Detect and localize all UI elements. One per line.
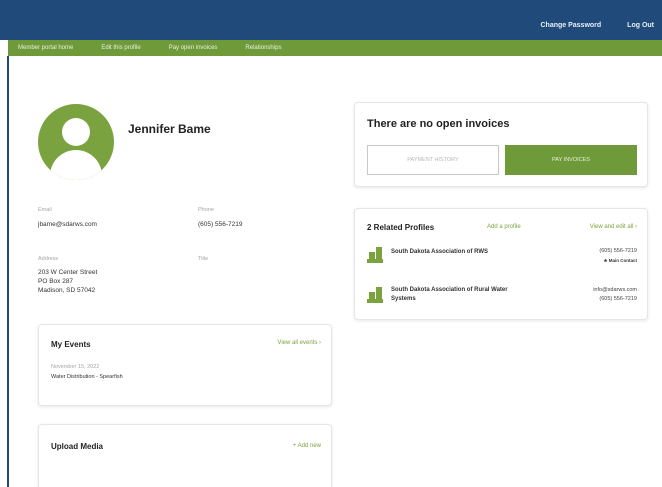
related-profiles-title: 2 Related Profiles xyxy=(367,223,435,232)
view-edit-all-link[interactable]: View and edit all › xyxy=(590,224,637,230)
event-name-link[interactable]: Water Distribution - Spearfish xyxy=(51,373,123,382)
add-profile-link[interactable]: Add a profile xyxy=(487,224,521,230)
upload-media-card: Upload Media + Add new xyxy=(38,424,332,487)
invoices-card: There are no open invoices PAYMENT HISTO… xyxy=(354,102,648,187)
related-profiles-card: 2 Related Profiles Add a profile View an… xyxy=(354,208,648,320)
my-events-card: My Events View all events › November 15,… xyxy=(38,324,332,406)
phone-value: (605) 556-7219 xyxy=(198,221,243,228)
header-links: Change Password Log Out xyxy=(540,22,654,29)
phone-label: Phone xyxy=(198,207,214,213)
nav-item-edit-profile[interactable]: Edit this profile xyxy=(101,45,140,51)
email-value: jbame@sdarws.com xyxy=(38,221,97,228)
related-profile-email: info@sdarws.com xyxy=(593,287,637,293)
nav-item-relationships[interactable]: Relationships xyxy=(245,45,281,51)
related-profile-phone: (605) 556-7219 xyxy=(599,248,637,254)
my-events-title: My Events xyxy=(51,340,91,349)
nav-item-member-portal-home[interactable]: Member portal home xyxy=(18,45,73,51)
profile-name: Jennifer Bame xyxy=(128,122,211,136)
pay-invoices-button[interactable]: PAY INVOICES xyxy=(505,145,637,175)
organization-icon xyxy=(367,247,383,263)
upload-media-title: Upload Media xyxy=(51,442,104,451)
address-line: PO Box 287 xyxy=(38,278,74,285)
address-line: Madison, SD 57042 xyxy=(38,287,96,294)
title-label: Title xyxy=(198,256,209,262)
nav-item-pay-open-invoices[interactable]: Pay open invoices xyxy=(169,45,218,51)
address-value: 203 W Center Street PO Box 287 Madison, … xyxy=(38,268,97,295)
change-password-link[interactable]: Change Password xyxy=(540,22,601,29)
payment-history-button[interactable]: PAYMENT HISTORY xyxy=(367,145,499,175)
avatar xyxy=(38,104,114,180)
left-border xyxy=(7,56,9,487)
invoices-title: There are no open invoices xyxy=(367,118,510,130)
email-label: Email xyxy=(38,207,52,213)
event-date: November 15, 2022 xyxy=(51,364,100,370)
address-line: 203 W Center Street xyxy=(38,269,98,276)
related-profile-name[interactable]: South Dakota Association of Rural Water … xyxy=(391,286,508,304)
related-profile-info: info@sdarws.com (605) 556-7219 xyxy=(593,286,637,304)
view-all-events-link[interactable]: View all events › xyxy=(277,340,321,346)
top-header-bar: Change Password Log Out xyxy=(0,0,662,40)
main-contact-badge: ★ Main Contact xyxy=(603,258,637,263)
organization-icon xyxy=(367,287,383,303)
log-out-link[interactable]: Log Out xyxy=(627,22,654,29)
avatar-body-shape xyxy=(50,150,102,180)
add-new-media-link[interactable]: + Add new xyxy=(293,443,321,449)
address-label: Address xyxy=(38,256,59,262)
related-profile-name[interactable]: South Dakota Association of RWS xyxy=(391,248,488,257)
related-profile-phone: (605) 556-7219 xyxy=(599,296,637,302)
main-nav: Member portal home Edit this profile Pay… xyxy=(8,40,662,56)
avatar-head-shape xyxy=(62,118,90,146)
related-profile-info: (605) 556-7219 ★ Main Contact xyxy=(599,247,637,265)
